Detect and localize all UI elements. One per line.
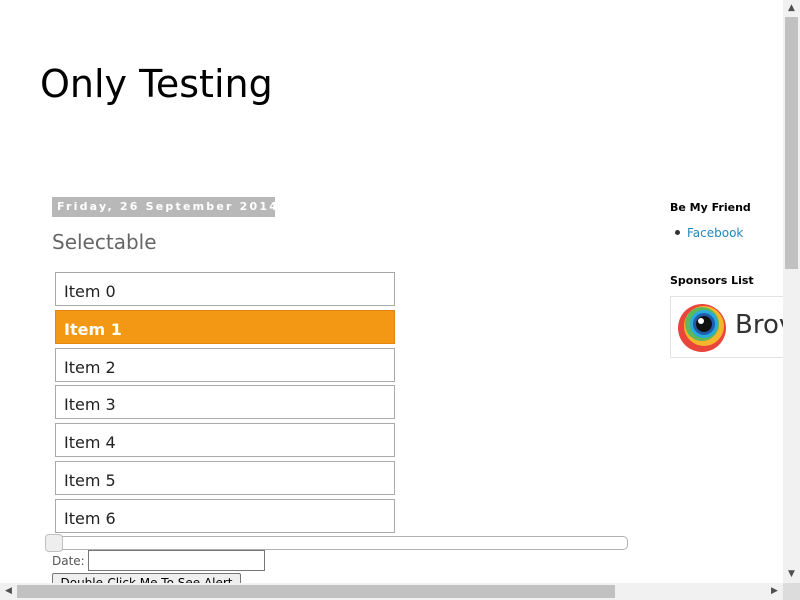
vertical-scroll-thumb[interactable]: [785, 17, 798, 269]
scroll-right-icon[interactable]: ▶: [766, 583, 783, 600]
friend-link-list: Facebook: [670, 226, 743, 240]
selectable-item-6[interactable]: Item 6: [55, 499, 395, 533]
horizontal-scrollbar[interactable]: ◀ ▶: [0, 583, 783, 600]
selectable-item-3[interactable]: Item 3: [55, 385, 395, 419]
selectable-item-4[interactable]: Item 4: [55, 423, 395, 457]
selectable-item-1[interactable]: Item 1: [55, 310, 395, 344]
slider-handle[interactable]: [45, 534, 63, 552]
slider-track[interactable]: [45, 534, 628, 552]
facebook-link[interactable]: Facebook: [687, 226, 743, 240]
scroll-down-icon[interactable]: ▼: [783, 566, 800, 583]
browserstack-logo-icon: [678, 304, 726, 352]
horizontal-scroll-thumb[interactable]: [17, 585, 615, 598]
scroll-left-icon[interactable]: ◀: [0, 583, 17, 600]
be-my-friend-heading: Be My Friend: [670, 201, 751, 214]
date-input[interactable]: [88, 550, 265, 571]
post-title: Selectable: [52, 230, 157, 254]
selectable-item-0[interactable]: Item 0: [55, 272, 395, 306]
sponsors-list-heading: Sponsors List: [670, 274, 754, 287]
scroll-up-icon[interactable]: ▲: [783, 0, 800, 17]
sponsor-text: Brov: [735, 310, 790, 340]
bullet-icon: [675, 230, 680, 235]
site-title: Only Testing: [40, 62, 273, 106]
vertical-scrollbar[interactable]: ▲ ▼: [783, 0, 800, 583]
selectable-item-2[interactable]: Item 2: [55, 348, 395, 382]
selectable-item-5[interactable]: Item 5: [55, 461, 395, 495]
scrollbar-corner: [783, 583, 800, 600]
date-label: Date:: [52, 554, 85, 568]
sponsor-banner[interactable]: Brov: [670, 296, 790, 358]
date-header: Friday, 26 September 2014: [52, 197, 277, 217]
list-item[interactable]: Facebook: [670, 226, 743, 240]
